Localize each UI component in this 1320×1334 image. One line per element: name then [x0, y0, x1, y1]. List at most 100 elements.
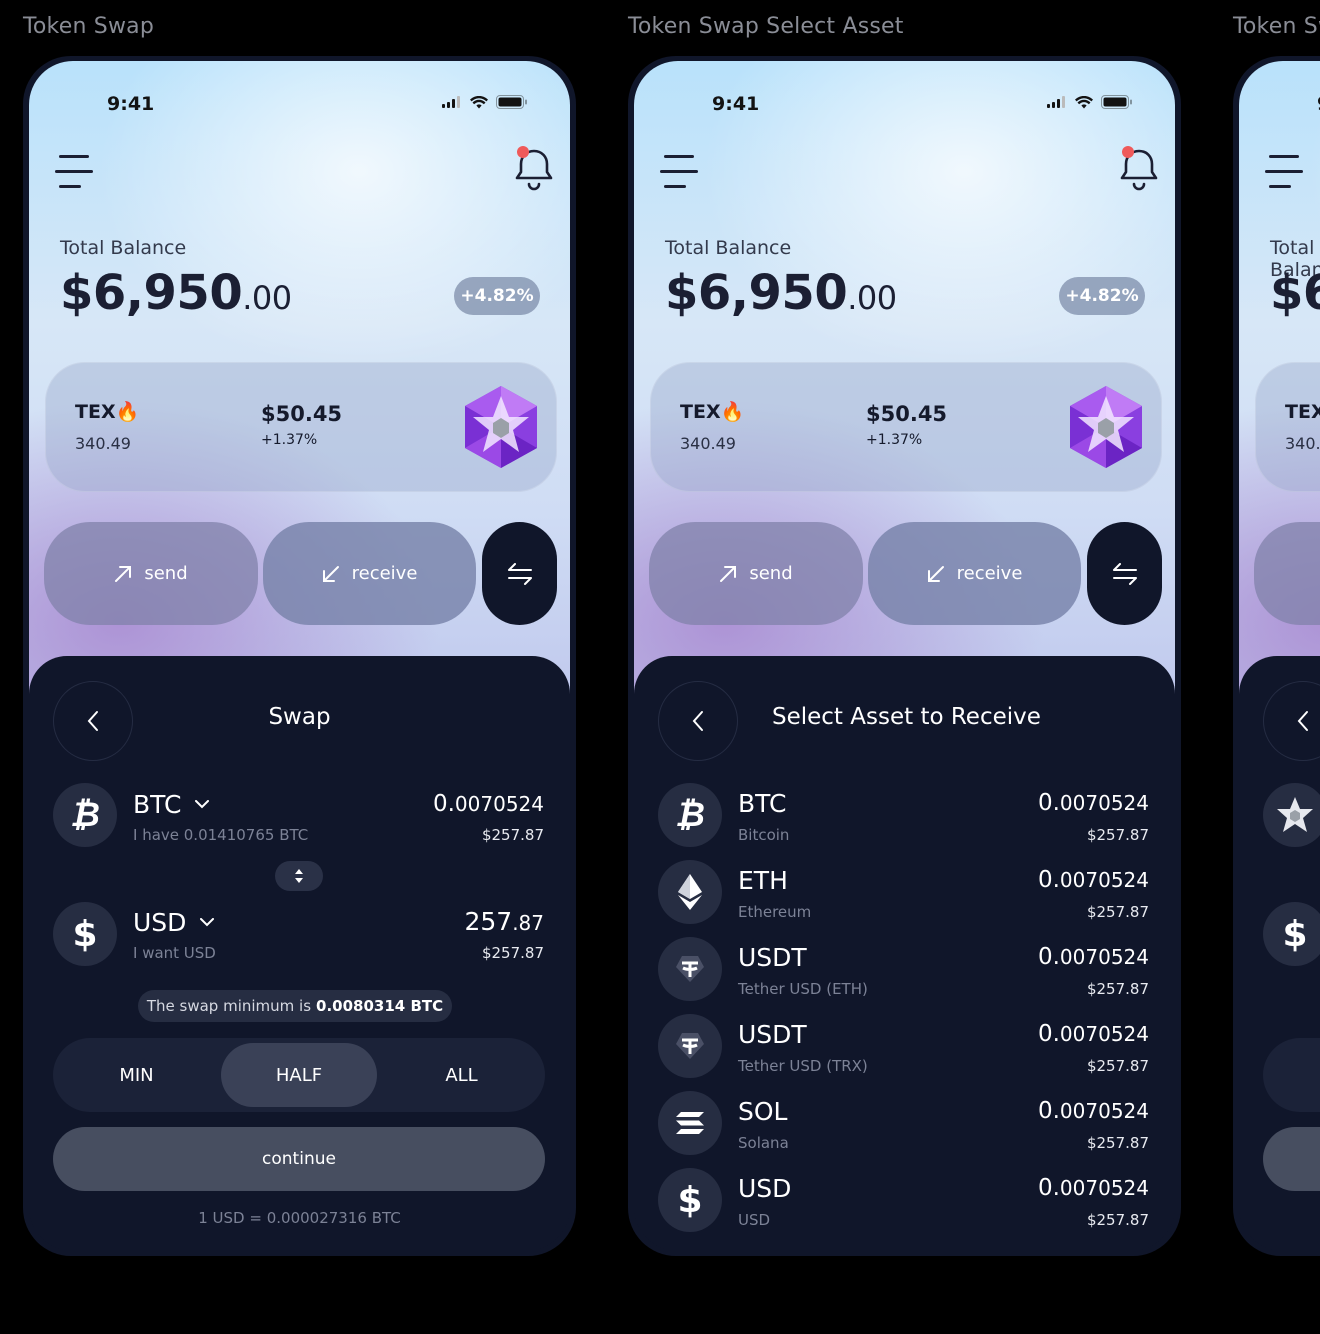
- swap-button[interactable]: [1087, 522, 1162, 625]
- back-button[interactable]: [658, 681, 738, 761]
- asset-usd-value: $257.87: [1086, 826, 1149, 844]
- asset-amount: 0.0070524: [1037, 1175, 1149, 1201]
- battery-icon: [496, 95, 527, 109]
- asset-row-usd[interactable]: $ USD USD 0.0070524 $257.87: [634, 1164, 1175, 1241]
- status-icons: [1047, 95, 1133, 109]
- frame-title-swap: Token Swap: [23, 14, 154, 39]
- asset-name: USD: [738, 1211, 771, 1229]
- asset-name: Ethereum: [738, 903, 812, 921]
- chevron-down-icon: [200, 918, 215, 927]
- wifi-icon: [1075, 95, 1093, 108]
- tether-icon: [658, 1014, 722, 1078]
- preset-min-button[interactable]: MIN: [59, 1043, 214, 1107]
- menu-icon[interactable]: [1265, 155, 1303, 189]
- solana-icon: [658, 1091, 722, 1155]
- bitcoin-icon: ₿: [658, 783, 722, 847]
- select-asset-title: Select Asset to Receive: [772, 704, 1041, 730]
- tex-token-card[interactable]: TEX🔥 340.49 $50.45 +1.37%: [45, 362, 557, 492]
- menu-icon[interactable]: [55, 155, 93, 189]
- from-amount[interactable]: 0.0070524: [433, 791, 544, 817]
- preset-all-button[interactable]: ALL: [384, 1043, 539, 1107]
- swap-minimum-notice: The swap minimum is 0.0080314 BTC: [138, 990, 452, 1022]
- from-asset-selector[interactable]: BTC: [133, 790, 210, 819]
- exchange-rate: 1 USD = 0.000027316 BTC: [198, 1209, 401, 1227]
- swap-sheet: Swap ₿ BTC I have 0.01410765 BTC 0.00705…: [29, 656, 570, 1251]
- asset-row-usdt-trx[interactable]: USDT Tether USD (TRX) 0.0070524 $257.87: [634, 1010, 1175, 1087]
- screen: 9:41 Total Balance $6,950.00 TEX🔥 340.49…: [1239, 61, 1320, 1251]
- receive-button[interactable]: receive: [263, 522, 476, 625]
- asset-row-btc[interactable]: ₿ BTC Bitcoin 0.0070524 $257.87: [634, 779, 1175, 856]
- receive-label: receive: [956, 563, 1023, 584]
- chevron-down-icon: [195, 800, 210, 809]
- dollar-icon: $: [53, 902, 117, 966]
- send-label: send: [144, 563, 188, 584]
- asset-name: Tether USD (TRX): [738, 1057, 868, 1075]
- preset-half-button[interactable]: HALF: [221, 1043, 377, 1107]
- dollar-icon: $: [658, 1168, 722, 1232]
- asset-symbol: USDT: [738, 1020, 807, 1049]
- to-symbol: USD: [133, 908, 187, 937]
- total-balance-value: $6,950.00: [60, 265, 292, 321]
- battery-icon: [1101, 95, 1132, 109]
- asset-name: Bitcoin: [738, 826, 790, 844]
- frame-title-swap-3: Token Swap: [1233, 14, 1320, 39]
- arrow-down-left-icon: [927, 565, 944, 582]
- to-amount[interactable]: 257.87: [464, 907, 544, 936]
- asset-name: Tether USD (ETH): [738, 980, 868, 998]
- arrow-up-right-icon: [115, 565, 132, 582]
- receive-button[interactable]: receive: [868, 522, 1081, 625]
- send-button[interactable]: send: [649, 522, 863, 625]
- send-button[interactable]: [1254, 522, 1320, 625]
- swap-button[interactable]: [482, 522, 557, 625]
- to-usd-value: $257.87: [481, 944, 544, 962]
- continue-button[interactable]: continue: [53, 1127, 545, 1191]
- notification-bell-icon[interactable]: [1117, 145, 1161, 193]
- continue-button[interactable]: [1263, 1127, 1320, 1191]
- from-balance: I have 0.01410765 BTC: [133, 826, 309, 844]
- asset-usd-value: $257.87: [1086, 980, 1149, 998]
- phone-token-swap-partial: 9:41 Total Balance $6,950.00 TEX🔥 340.49…: [1233, 56, 1320, 1256]
- from-symbol: BTC: [133, 790, 182, 819]
- signal-icon: [1047, 96, 1065, 108]
- phone-token-swap: 9:41 Total Balance $6,950.00 +4.82% TEX🔥…: [23, 56, 576, 1256]
- balance-change-badge: +4.82%: [1059, 277, 1145, 315]
- asset-symbol: BTC: [738, 789, 787, 818]
- tex-token-card[interactable]: TEX🔥 340.49: [1255, 362, 1320, 492]
- token-price: $50.45: [866, 402, 948, 426]
- total-balance-value: $6,950.00: [665, 265, 897, 321]
- menu-icon[interactable]: [660, 155, 698, 189]
- swap-direction-toggle[interactable]: [275, 861, 323, 891]
- asset-symbol: SOL: [738, 1097, 788, 1126]
- token-amount: 340.49: [1285, 434, 1320, 453]
- wifi-icon: [470, 95, 488, 108]
- notification-bell-icon[interactable]: [512, 145, 556, 193]
- signal-icon: [442, 96, 460, 108]
- send-button[interactable]: send: [44, 522, 258, 625]
- arrow-up-right-icon: [720, 565, 737, 582]
- asset-usd-value: $257.87: [1086, 1057, 1149, 1075]
- asset-row-sol[interactable]: SOL Solana 0.0070524 $257.87: [634, 1087, 1175, 1164]
- token-name: TEX🔥: [75, 401, 140, 423]
- chevron-left-icon: [1297, 711, 1308, 731]
- amount-preset-selector: MIN HALF ALL: [53, 1038, 545, 1112]
- balance-change-badge: +4.82%: [454, 277, 540, 315]
- dollar-icon: $: [1263, 902, 1320, 966]
- send-label: send: [749, 563, 793, 584]
- asset-row-usdt-eth[interactable]: USDT Tether USD (ETH) 0.0070524 $257.87: [634, 933, 1175, 1010]
- to-asset-selector[interactable]: USD: [133, 908, 215, 937]
- total-balance-label: Total Balance: [665, 237, 792, 259]
- asset-amount: 0.0070524: [1037, 790, 1149, 816]
- to-want-label: I want USD: [133, 944, 216, 962]
- tex-gem-icon: [465, 386, 537, 468]
- asset-symbol: USD: [738, 1174, 792, 1203]
- chevron-left-icon: [692, 711, 703, 731]
- asset-row-eth[interactable]: ETH Ethereum 0.0070524 $257.87: [634, 856, 1175, 933]
- tether-icon: [658, 937, 722, 1001]
- tex-gem-icon: [1070, 386, 1142, 468]
- back-button[interactable]: [1263, 681, 1320, 761]
- swap-arrows-icon: [507, 562, 532, 585]
- tex-token-card[interactable]: TEX🔥 340.49 $50.45 +1.37%: [650, 362, 1162, 492]
- token-name: TEX🔥: [1285, 401, 1320, 423]
- status-icons: [442, 95, 528, 109]
- swap-arrows-icon: [1112, 562, 1137, 585]
